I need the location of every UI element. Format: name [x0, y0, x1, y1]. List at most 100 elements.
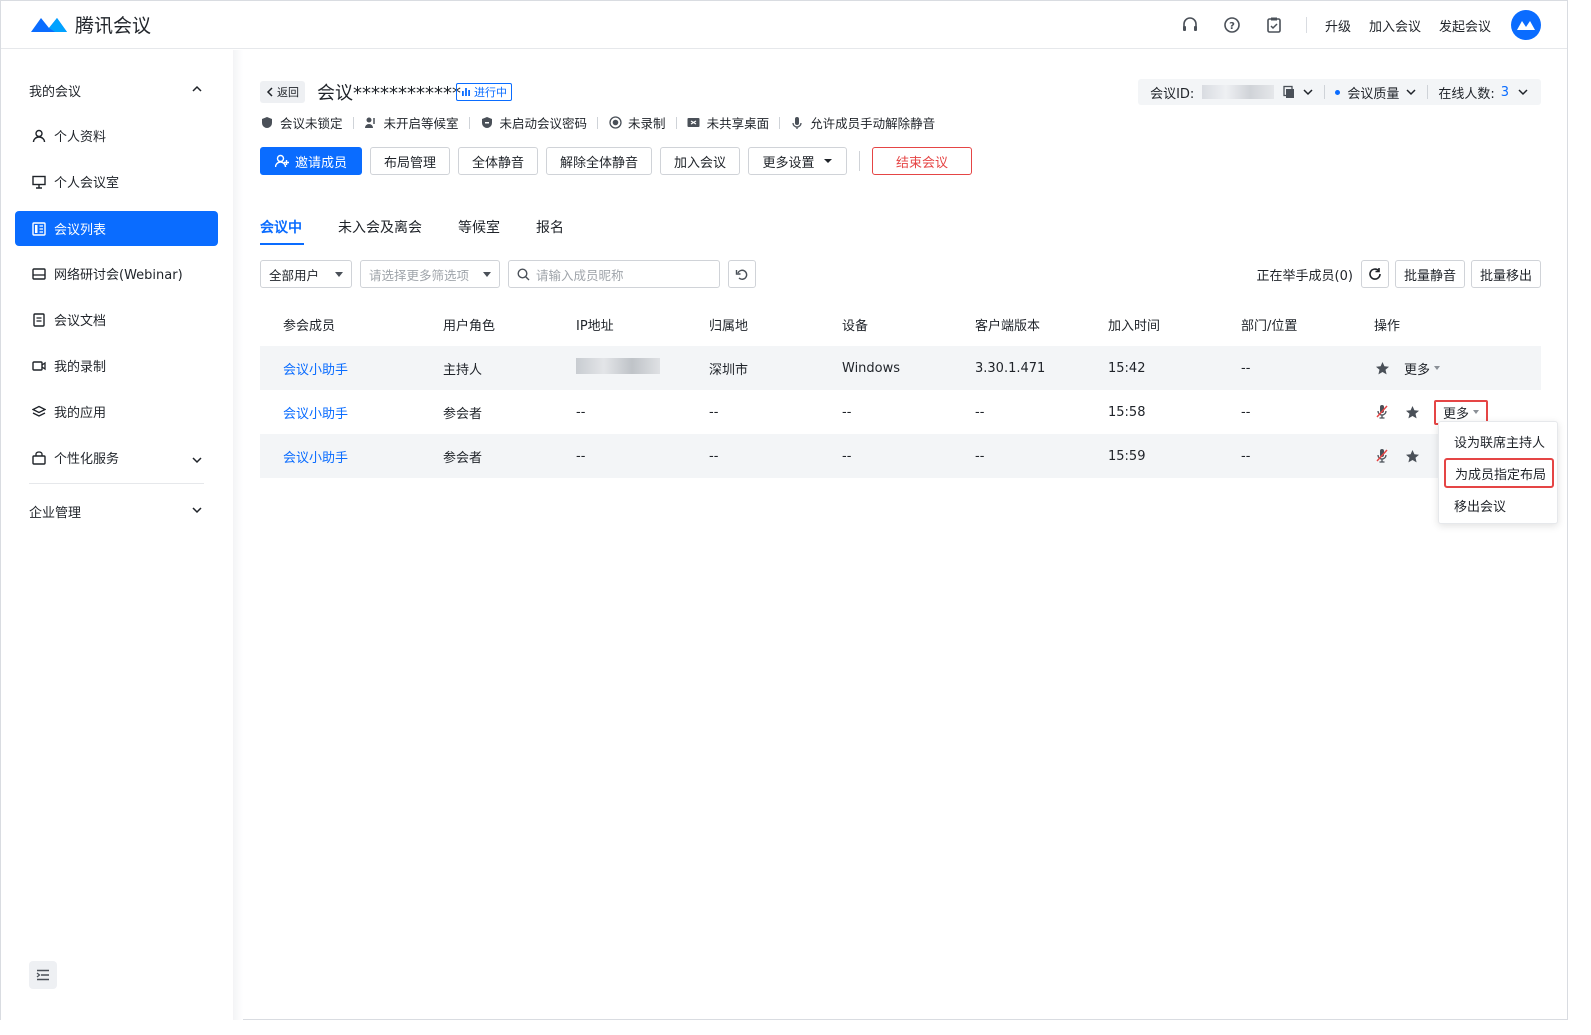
- member-version: 3.30.1.471: [975, 360, 1046, 376]
- sidebar-item-label: 网络研讨会(Webinar): [54, 268, 183, 283]
- menu-item-assign-layout[interactable]: 为成员指定布局: [1444, 458, 1554, 488]
- meeting-title: 会议************: [317, 83, 461, 104]
- quality-label[interactable]: 会议质量: [1347, 83, 1399, 102]
- collapse-icon: [36, 969, 49, 981]
- more-settings-button[interactable]: 更多设置: [748, 147, 848, 175]
- avatar[interactable]: [1511, 10, 1541, 40]
- menu-item-set-cohost[interactable]: 设为联席主持人: [1439, 426, 1557, 456]
- button-label: 更多设置: [762, 155, 815, 171]
- start-meeting-link[interactable]: 发起会议: [1439, 16, 1491, 35]
- monitor-icon: [31, 174, 47, 190]
- chevron-down-icon[interactable]: [191, 454, 203, 466]
- join-meeting-link[interactable]: 加入会议: [1369, 16, 1421, 35]
- sidebar-item-label: 个人资料: [54, 130, 107, 145]
- sidebar-item-docs[interactable]: 会议文档: [15, 302, 218, 337]
- sidebar-collapse-button[interactable]: [29, 961, 57, 989]
- sidebar-item-personal-room[interactable]: 个人会议室: [15, 164, 218, 199]
- header-cell: 操作: [1374, 318, 1401, 334]
- copy-icon[interactable]: [1282, 85, 1296, 99]
- header-cell: 参会成员: [283, 318, 336, 334]
- quality-dot-icon: [1335, 89, 1341, 95]
- member-dept: --: [1241, 448, 1251, 464]
- webinar-icon: [31, 266, 47, 282]
- member-name-link[interactable]: 会议小助手: [260, 359, 420, 378]
- sidebar-group-my-meetings[interactable]: 我的会议: [29, 81, 81, 100]
- more-dropdown-button[interactable]: 更多: [1404, 359, 1441, 378]
- tab-registration[interactable]: 报名: [536, 217, 564, 245]
- chevron-down-icon[interactable]: [191, 504, 203, 516]
- star-icon[interactable]: [1374, 360, 1390, 376]
- member-ip: [553, 358, 686, 378]
- sidebar-item-webinar[interactable]: 网络研讨会(Webinar): [15, 256, 218, 291]
- online-count: 3: [1500, 84, 1509, 100]
- end-meeting-button[interactable]: 结束会议: [872, 147, 973, 175]
- member-join-time: 15:42: [1108, 360, 1146, 376]
- sidebar-item-label: 我的录制: [54, 360, 107, 375]
- shield-key-icon: [480, 116, 494, 130]
- back-label: 返回: [277, 86, 299, 99]
- batch-remove-button[interactable]: 批量移出: [1470, 260, 1541, 288]
- member-search-input[interactable]: 请输入成员昵称: [508, 260, 720, 288]
- mic-muted-icon[interactable]: [1374, 404, 1390, 420]
- tab-waiting-room[interactable]: 等候室: [458, 217, 500, 245]
- member-ip: --: [576, 404, 586, 420]
- sidebar-item-meeting-list[interactable]: 会议列表: [15, 211, 218, 246]
- back-button[interactable]: 返回: [260, 81, 305, 103]
- sidebar-item-profile[interactable]: 个人资料: [15, 118, 218, 153]
- chevron-up-icon[interactable]: [191, 83, 203, 95]
- star-icon[interactable]: [1404, 448, 1420, 464]
- caret-down-icon: [483, 272, 491, 277]
- record-icon: [31, 358, 47, 374]
- header-cell: 设备: [842, 318, 869, 334]
- sidebar-group-enterprise[interactable]: 企业管理: [29, 502, 81, 521]
- flag-label: 未共享桌面: [706, 116, 770, 131]
- layout-management-button[interactable]: 布局管理: [370, 147, 451, 175]
- status-badge: 进行中: [456, 83, 512, 101]
- clipboard-icon[interactable]: [1264, 15, 1284, 35]
- batch-mute-button[interactable]: 批量静音: [1394, 260, 1465, 288]
- sidebar-item-recordings[interactable]: 我的录制: [15, 348, 218, 383]
- help-icon[interactable]: ?: [1222, 15, 1242, 35]
- menu-item-remove-member[interactable]: 移出会议: [1439, 490, 1557, 520]
- user-type-select[interactable]: 全部用户: [260, 260, 352, 288]
- reset-filter-button[interactable]: [728, 260, 756, 288]
- meeting-id-masked: [1202, 85, 1275, 99]
- select-value: 全部用户: [269, 267, 320, 283]
- sidebar-item-apps[interactable]: 我的应用: [15, 394, 218, 429]
- chevron-down-icon[interactable]: [1517, 86, 1529, 98]
- star-icon[interactable]: [1404, 404, 1420, 420]
- member-name-link[interactable]: 会议小助手: [260, 403, 420, 422]
- flag-waiting-room: 未开启等候室: [364, 113, 459, 132]
- header-cell: 部门/位置: [1241, 318, 1298, 334]
- tab-not-joined[interactable]: 未入会及离会: [338, 217, 422, 245]
- chevron-down-icon[interactable]: [1405, 86, 1417, 98]
- headset-icon[interactable]: [1180, 15, 1200, 35]
- member-name-link[interactable]: 会议小助手: [260, 447, 420, 466]
- member-join-time: 15:59: [1108, 448, 1146, 464]
- svg-text:?: ?: [1229, 21, 1235, 32]
- shield-icon: [260, 116, 274, 130]
- tab-in-meeting[interactable]: 会议中: [260, 217, 304, 245]
- member-location: --: [709, 448, 719, 464]
- flag-password: 未启动会议密码: [480, 113, 587, 132]
- invite-members-button[interactable]: 邀请成员: [260, 147, 362, 175]
- upgrade-link[interactable]: 升级: [1325, 16, 1351, 35]
- member-ip: --: [576, 448, 586, 464]
- chevron-down-icon[interactable]: [1302, 86, 1314, 98]
- status-label: 进行中: [474, 86, 507, 99]
- sidebar-item-services[interactable]: 个性化服务: [15, 440, 218, 475]
- app-logo[interactable]: 腾讯会议: [29, 11, 151, 38]
- more-filters-select[interactable]: 请选择更多筛选项: [360, 260, 500, 288]
- flag-divider: [779, 116, 781, 129]
- join-meeting-button[interactable]: 加入会议: [660, 147, 741, 175]
- members-table: 参会成员 用户角色 IP地址 归属地 设备 客户端版本 加入时间 部门/位置 操…: [260, 302, 1541, 478]
- mic-muted-icon[interactable]: [1374, 448, 1390, 464]
- select-placeholder: 请选择更多筛选项: [369, 267, 470, 283]
- refresh-button[interactable]: [1360, 260, 1389, 288]
- header-cell: IP地址: [576, 318, 614, 334]
- header-cell: 加入时间: [1108, 318, 1161, 334]
- mute-all-button[interactable]: 全体静音: [458, 147, 539, 175]
- unmute-all-button[interactable]: 解除全体静音: [546, 147, 653, 175]
- doc-icon: [31, 312, 47, 328]
- flag-share: 未共享桌面: [687, 113, 770, 132]
